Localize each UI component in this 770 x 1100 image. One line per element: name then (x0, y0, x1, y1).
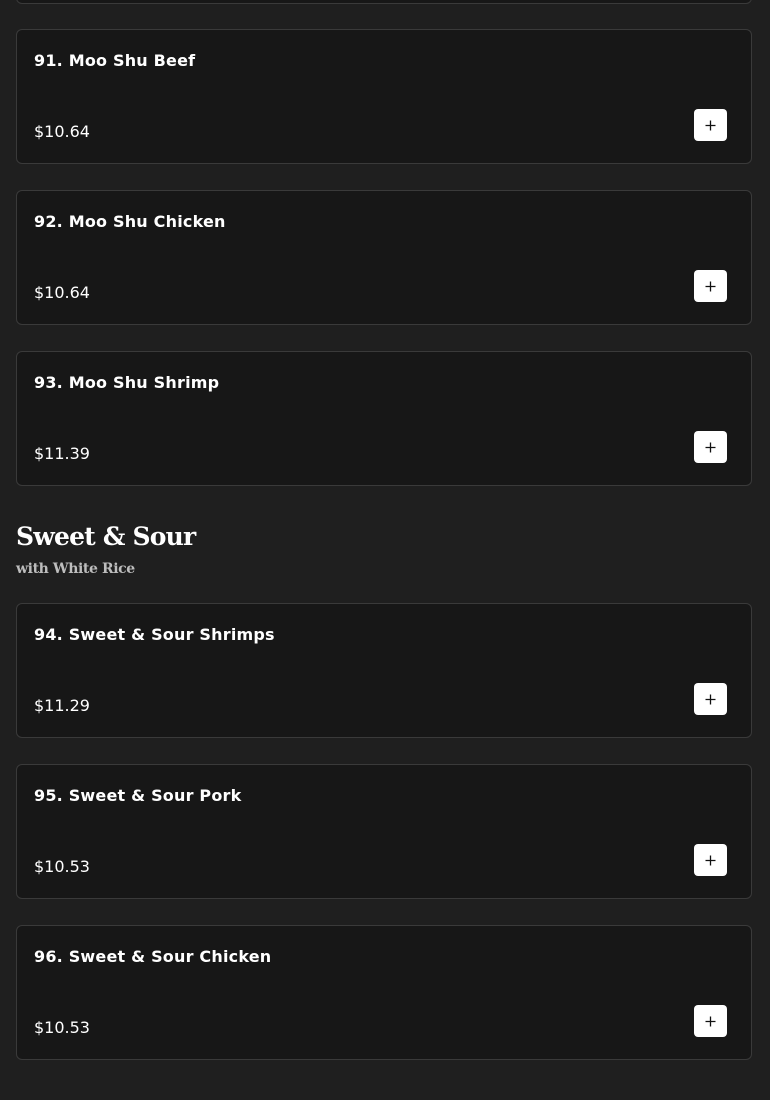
menu-item-card[interactable]: 93. Moo Shu Shrimp $11.39 (16, 351, 752, 486)
item-price: $11.39 (34, 444, 90, 463)
item-name: 91. Moo Shu Beef (34, 51, 196, 70)
item-price: $10.53 (34, 857, 90, 876)
section-subtitle: with White Rice (16, 561, 135, 577)
add-to-cart-button[interactable] (694, 431, 727, 463)
menu-item-card[interactable]: 94. Sweet & Sour Shrimps $11.29 (16, 603, 752, 738)
add-to-cart-button[interactable] (694, 1005, 727, 1037)
add-to-cart-button[interactable] (694, 270, 727, 302)
item-name: 92. Moo Shu Chicken (34, 212, 226, 231)
plus-icon (705, 281, 716, 291)
menu-item-card[interactable]: 91. Moo Shu Beef $10.64 (16, 29, 752, 164)
menu-item-card[interactable]: 96. Sweet & Sour Chicken $10.53 (16, 925, 752, 1060)
item-price: $10.53 (34, 1018, 90, 1037)
item-price: $10.64 (34, 283, 90, 302)
item-name: 95. Sweet & Sour Pork (34, 786, 242, 805)
add-to-cart-button[interactable] (694, 683, 727, 715)
menu-item-card[interactable]: 92. Moo Shu Chicken $10.64 (16, 190, 752, 325)
item-name: 93. Moo Shu Shrimp (34, 373, 220, 392)
plus-icon (705, 855, 716, 865)
plus-icon (705, 694, 716, 704)
add-to-cart-button[interactable] (694, 844, 727, 876)
plus-icon (705, 120, 716, 130)
plus-icon (705, 1016, 716, 1026)
add-to-cart-button[interactable] (694, 109, 727, 141)
menu-item-card[interactable]: 95. Sweet & Sour Pork $10.53 (16, 764, 752, 899)
section-title: Sweet & Sour (16, 522, 196, 551)
item-price: $10.64 (34, 122, 90, 141)
menu-item-card-partial (16, 0, 752, 4)
plus-icon (705, 442, 716, 452)
item-price: $11.29 (34, 696, 90, 715)
item-name: 94. Sweet & Sour Shrimps (34, 625, 275, 644)
item-name: 96. Sweet & Sour Chicken (34, 947, 272, 966)
